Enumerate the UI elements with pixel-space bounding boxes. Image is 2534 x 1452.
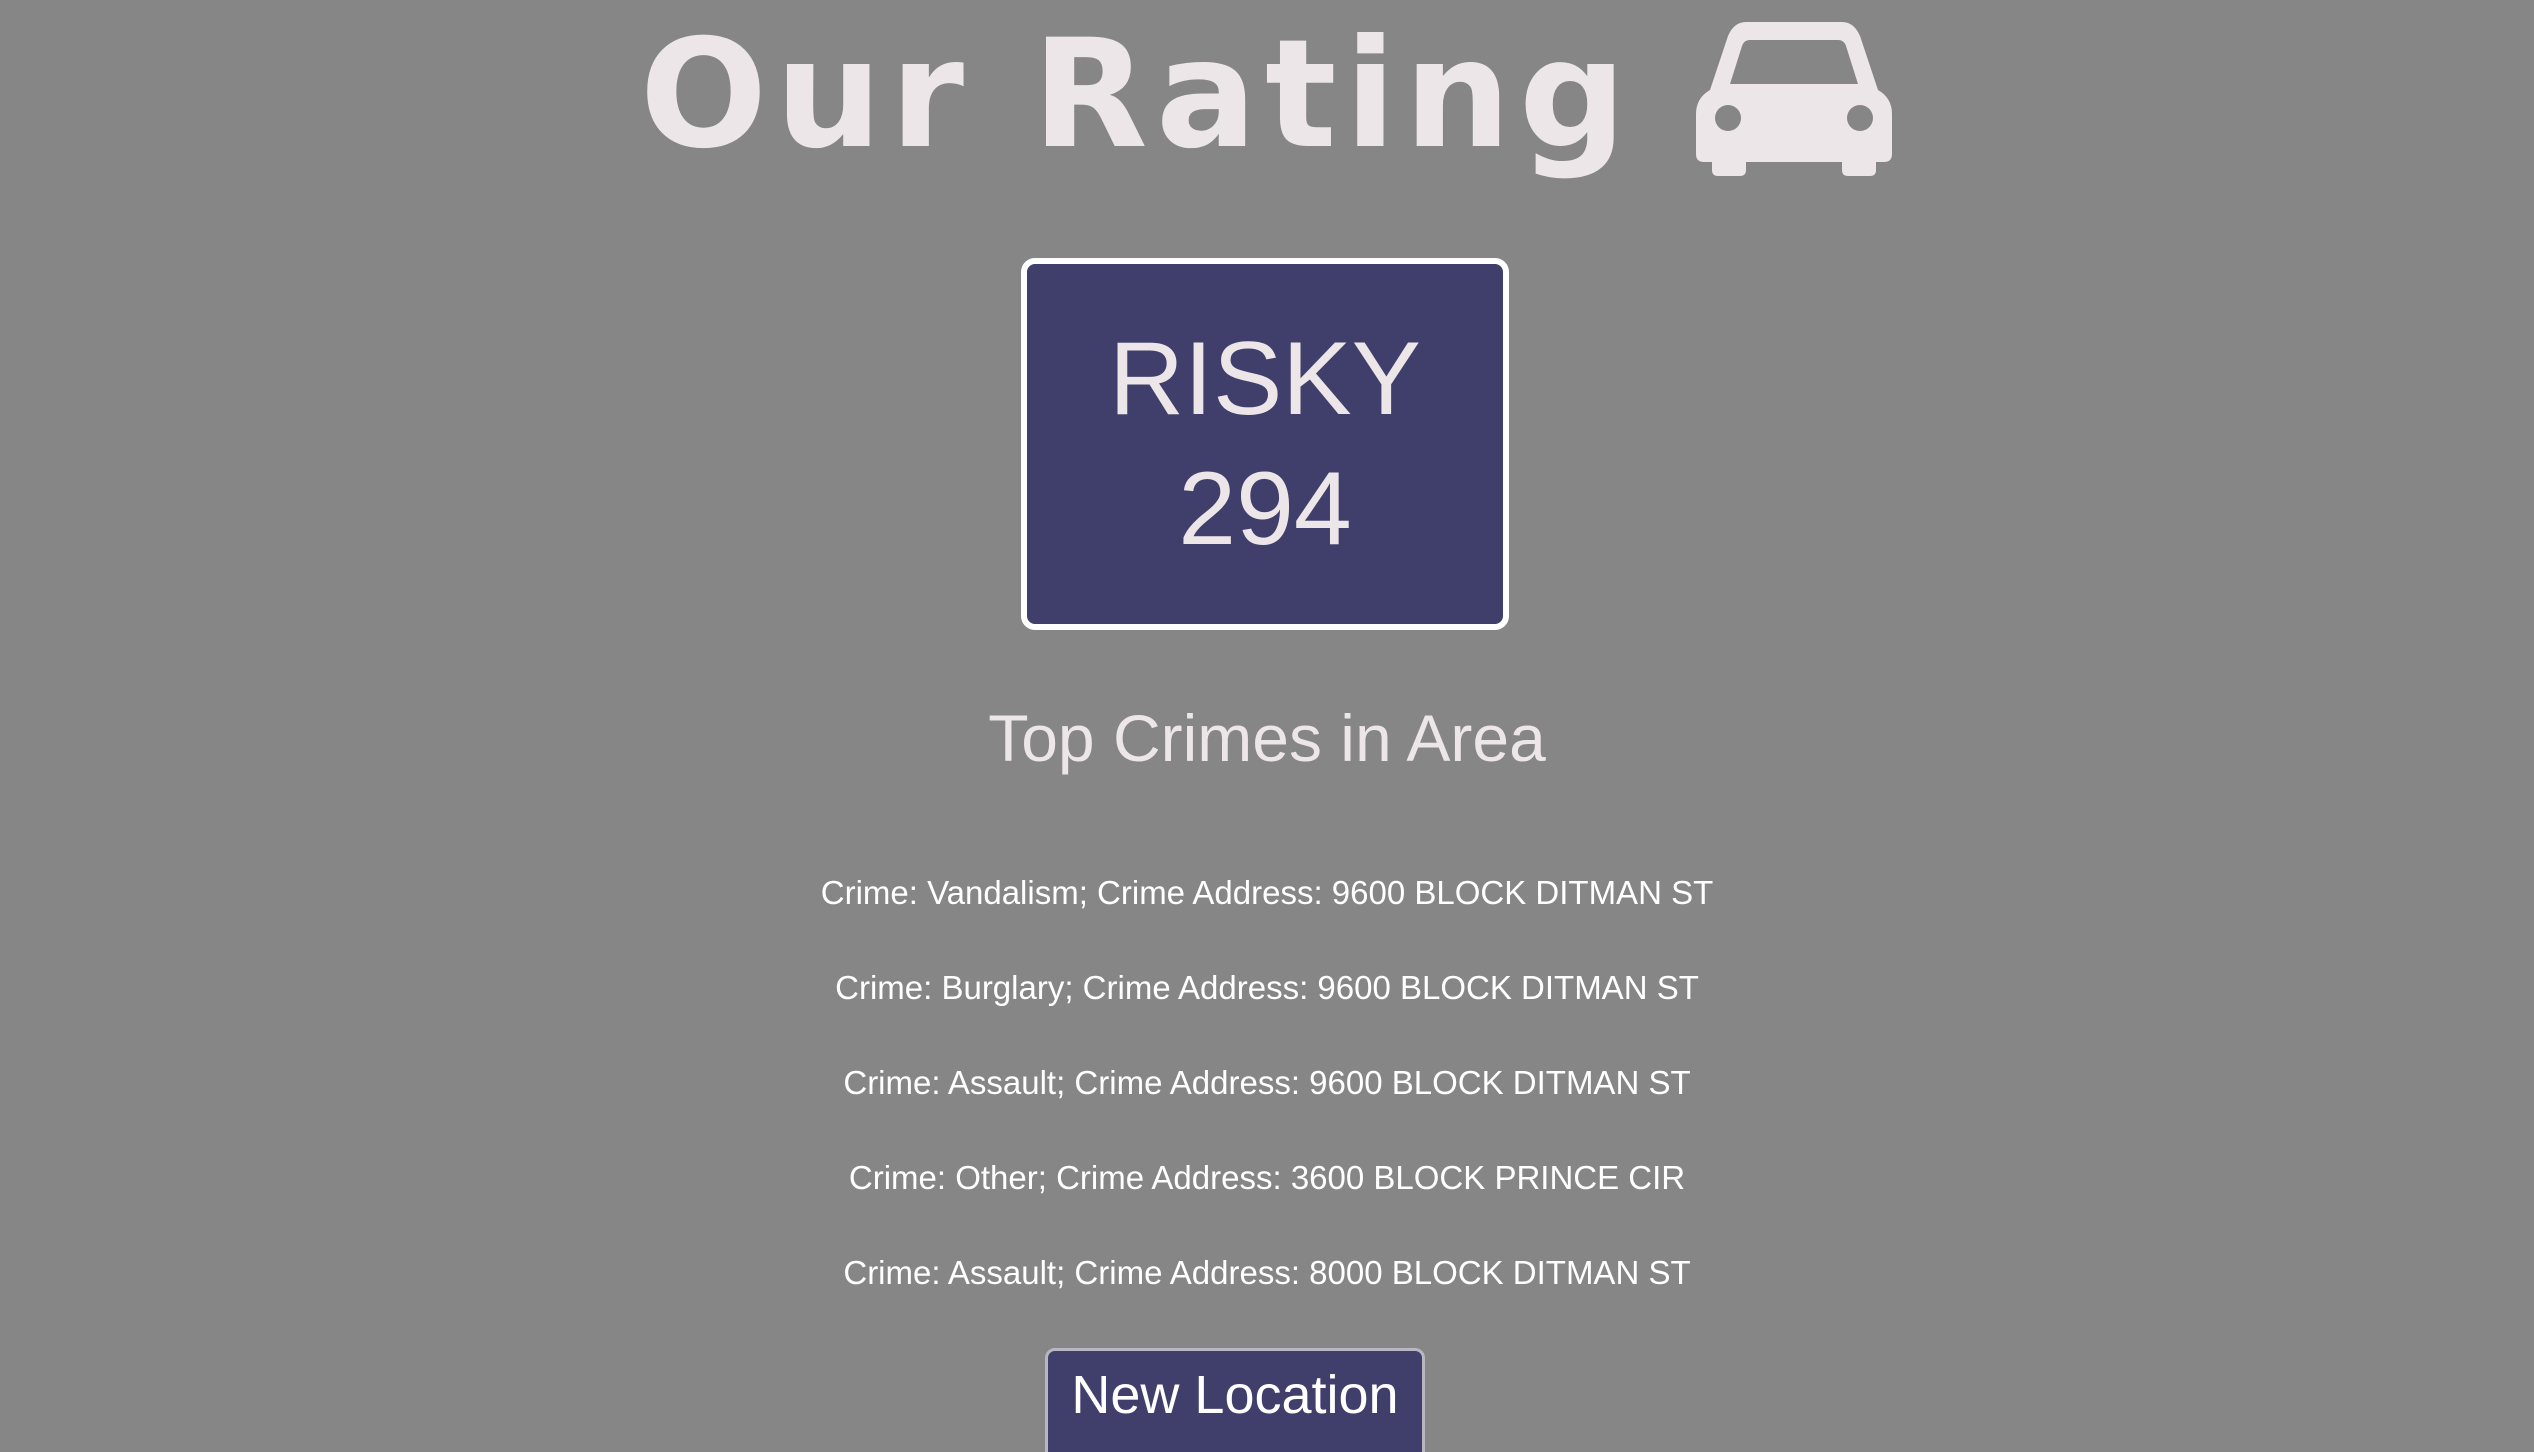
car-icon: [1696, 22, 1893, 176]
crime-list-item: Crime: Assault; Crime Address: 8000 BLOC…: [843, 1254, 1691, 1291]
rating-label: RISKY: [1108, 321, 1422, 437]
rating-card: RISKY 294: [1021, 258, 1509, 630]
crime-list-item: Crime: Other; Crime Address: 3600 BLOCK …: [848, 1159, 1686, 1196]
crime-list-item: Crime: Assault; Crime Address: 9600 BLOC…: [843, 1064, 1691, 1101]
new-location-button[interactable]: New Location: [1045, 1348, 1425, 1452]
page-header: Our Rating: [0, 14, 2534, 176]
rating-score: 294: [1178, 451, 1352, 567]
rating-page: Our Rating RISKY 294 Top Crimes in Area …: [0, 0, 2534, 1452]
crime-list-item: Crime: Vandalism; Crime Address: 9600 BL…: [820, 874, 1714, 911]
page-title: Our Rating: [639, 8, 1635, 182]
crime-list-item: Crime: Burglary; Crime Address: 9600 BLO…: [835, 969, 1699, 1006]
top-crimes-heading: Top Crimes in Area: [988, 701, 1546, 775]
crime-list: Crime: Vandalism; Crime Address: 9600 BL…: [0, 868, 2534, 1343]
